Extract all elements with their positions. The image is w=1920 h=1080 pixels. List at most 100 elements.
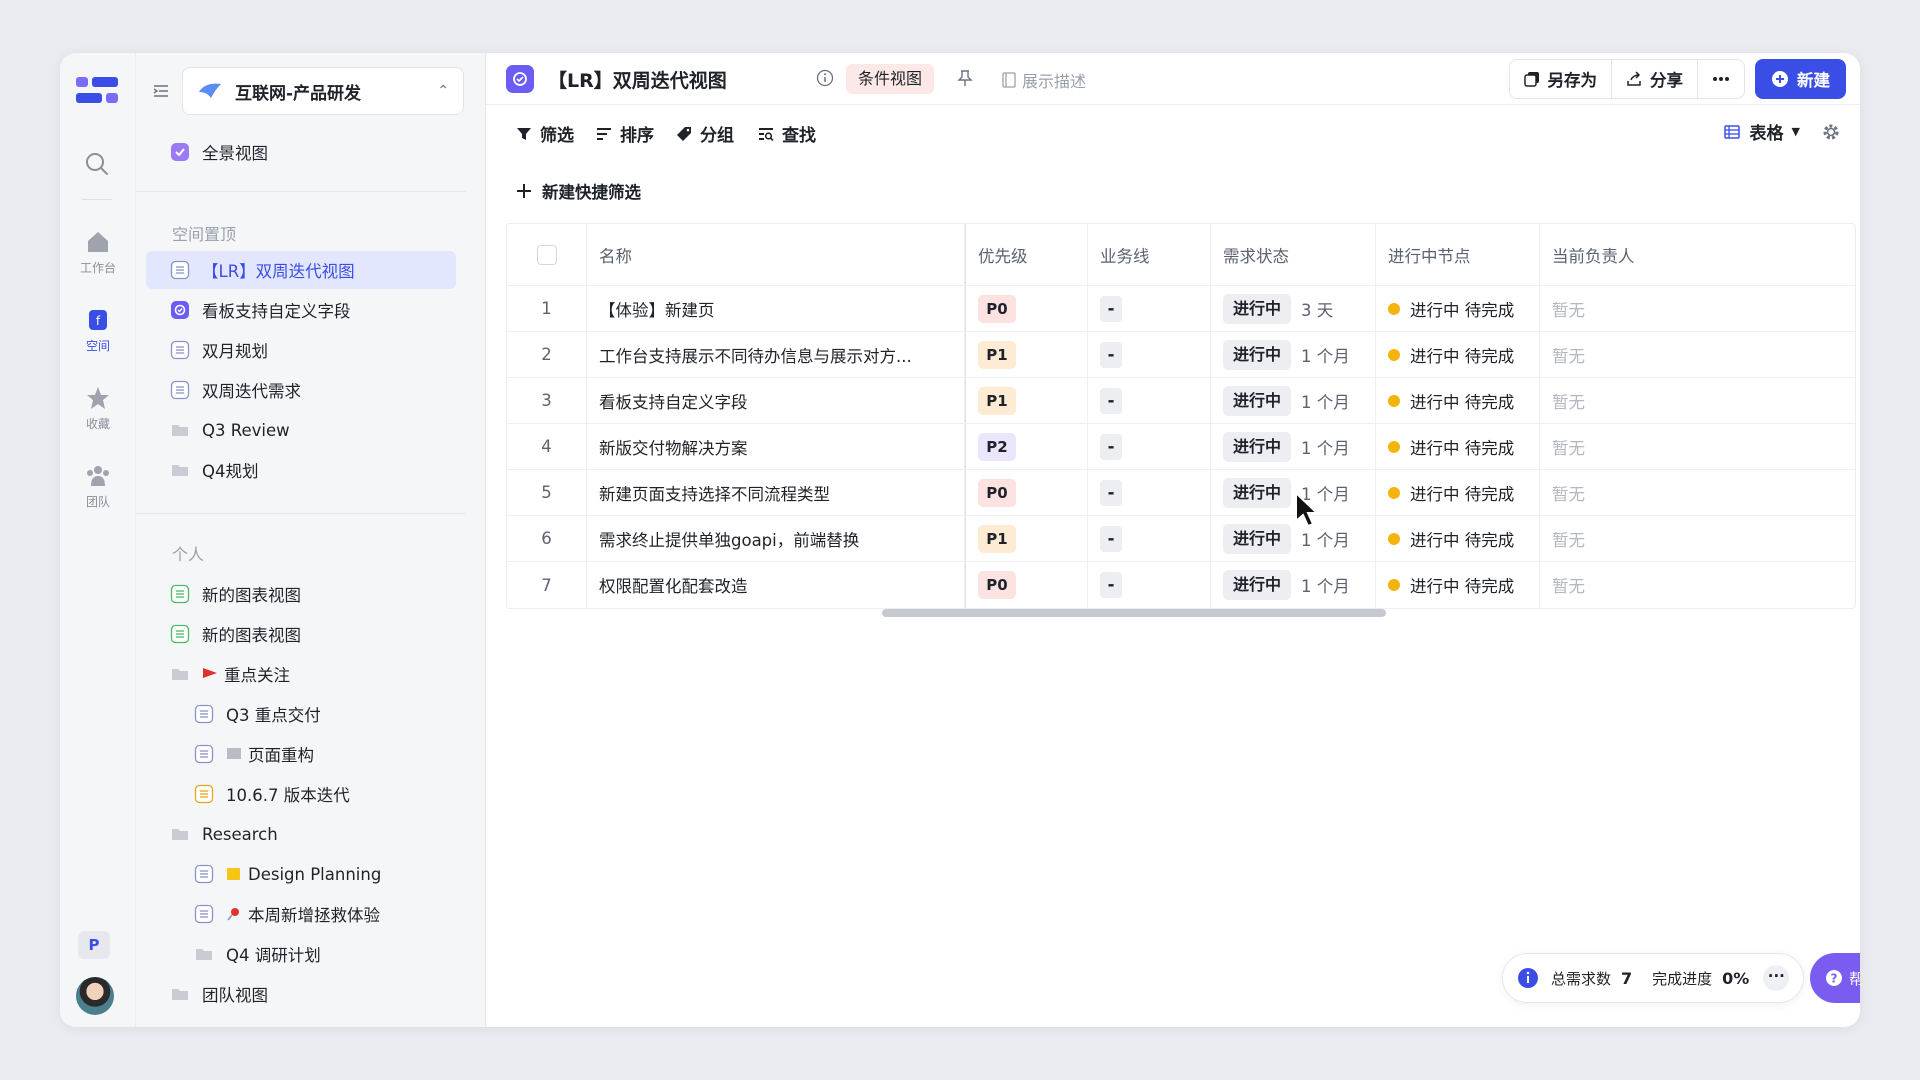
status-cell[interactable]: 进行中 1 个月 [1211, 424, 1376, 469]
priority-cell[interactable]: P0 [965, 562, 1088, 608]
owner-cell[interactable]: 暂无 [1540, 470, 1690, 515]
column-header-name[interactable]: 名称 [587, 224, 965, 285]
rail-item-team[interactable]: 团队 [60, 463, 136, 510]
rail-item-space[interactable]: f 空间 [60, 307, 136, 354]
priority-cell[interactable]: P2 [965, 424, 1088, 469]
requirement-name[interactable]: 需求终止提供单独goapi，前端替换 [587, 516, 965, 561]
business-line-cell[interactable]: - [1088, 424, 1211, 469]
node-cell[interactable]: 进行中 待完成 [1376, 424, 1540, 469]
priority-cell[interactable]: P1 [965, 332, 1088, 377]
sidebar-item-version-iteration[interactable]: 10.6.7 版本迭代 [146, 775, 456, 813]
group-button[interactable]: 分组 [676, 121, 734, 146]
business-line-cell[interactable]: - [1088, 332, 1211, 377]
sidebar-item-biweekly-req[interactable]: 双周迭代需求 [146, 371, 456, 409]
status-cell[interactable]: 进行中 3 天 [1211, 286, 1376, 331]
node-cell[interactable]: 进行中 待完成 [1376, 378, 1540, 423]
sidebar-item-kanban-fields[interactable]: 看板支持自定义字段 [146, 291, 456, 329]
app-logo-icon[interactable] [74, 71, 122, 111]
node-cell[interactable]: 进行中 待完成 [1376, 470, 1540, 515]
condition-view-badge[interactable]: 条件视图 [846, 64, 935, 94]
sidebar-item-bimonthly[interactable]: 双月规划 [146, 331, 456, 369]
sidebar-item-q3-delivery[interactable]: Q3 重点交付 [146, 695, 456, 733]
table-row[interactable]: 7 权限配置化配套改造 P0 - 进行中 1 个月 进行中 待完成 暂无 [507, 562, 1855, 608]
new-button[interactable]: 新建 [1755, 59, 1846, 99]
rail-item-workbench[interactable]: 工作台 [60, 229, 136, 276]
rail-item-favorites[interactable]: 收藏 [60, 385, 136, 432]
sidebar-item-team-view[interactable]: 团队视图 [146, 975, 456, 1013]
info-icon[interactable] [816, 69, 834, 87]
sidebar-item-q4-plan[interactable]: Q4规划 [146, 451, 456, 489]
node-cell[interactable]: 进行中 待完成 [1376, 286, 1540, 331]
owner-cell[interactable]: 暂无 [1540, 516, 1690, 561]
workspace-selector[interactable]: 互联网-产品研发 ⌃ [182, 67, 464, 115]
find-button[interactable]: 查找 [758, 121, 816, 146]
view-mode-dropdown[interactable]: 表格 ▼ [1723, 119, 1800, 144]
owner-cell[interactable]: 暂无 [1540, 562, 1690, 608]
column-header-priority[interactable]: 优先级 [965, 224, 1088, 285]
sidebar-item-research[interactable]: Research [146, 815, 456, 853]
more-icon[interactable]: ··· [1763, 965, 1790, 991]
sidebar-item-weekly-rescue[interactable]: 本周新增拯救体验 [146, 895, 456, 933]
requirement-name[interactable]: 新版交付物解决方案 [587, 424, 965, 469]
requirement-name[interactable]: 权限配置化配套改造 [587, 562, 965, 608]
table-row[interactable]: 2 工作台支持展示不同待办信息与展示对方... P1 - 进行中 1 个月 进行中 待完成 暂… [507, 332, 1855, 378]
node-cell[interactable]: 进行中 待完成 [1376, 332, 1540, 377]
help-button[interactable]: ? 帮助 [1810, 953, 1860, 1003]
requirement-name[interactable]: 工作台支持展示不同待办信息与展示对方... [587, 332, 965, 377]
requirement-name[interactable]: 【体验】新建页 [587, 286, 965, 331]
business-line-cell[interactable]: - [1088, 378, 1211, 423]
collapse-sidebar-icon[interactable] [152, 83, 170, 99]
business-line-cell[interactable]: - [1088, 286, 1211, 331]
status-cell[interactable]: 进行中 1 个月 [1211, 332, 1376, 377]
node-cell[interactable]: 进行中 待完成 [1376, 516, 1540, 561]
more-options-button[interactable] [1698, 60, 1744, 98]
select-all-checkbox[interactable] [536, 244, 557, 265]
search-icon[interactable] [82, 149, 112, 179]
sidebar-item-design-planning[interactable]: Design Planning [146, 855, 456, 893]
table-row[interactable]: 4 新版交付物解决方案 P2 - 进行中 1 个月 进行中 待完成 暂无 [507, 424, 1855, 470]
sort-button[interactable]: 排序 [596, 121, 654, 146]
business-line-cell[interactable]: - [1088, 516, 1211, 561]
sidebar-item-focus[interactable]: 重点关注 [146, 655, 456, 693]
business-line-cell[interactable]: - [1088, 470, 1211, 515]
column-header-business-line[interactable]: 业务线 [1088, 224, 1211, 285]
save-as-button[interactable]: 另存为 [1510, 60, 1612, 98]
gear-icon[interactable] [1822, 123, 1840, 141]
sidebar-item-q3-review[interactable]: Q3 Review [146, 411, 456, 449]
share-button[interactable]: 分享 [1612, 60, 1698, 98]
sidebar-item-chart-view-1[interactable]: 新的图表视图 [146, 575, 456, 613]
status-cell[interactable]: 进行中 1 个月 [1211, 562, 1376, 608]
priority-cell[interactable]: P1 [965, 516, 1088, 561]
sidebar-item-chart-view-2[interactable]: 新的图表视图 [146, 615, 456, 653]
show-description-button[interactable]: 展示描述 [1002, 68, 1086, 92]
priority-cell[interactable]: P1 [965, 378, 1088, 423]
table-row[interactable]: 3 看板支持自定义字段 P1 - 进行中 1 个月 进行中 待完成 暂无 [507, 378, 1855, 424]
horizontal-scrollbar[interactable] [882, 609, 1386, 617]
priority-cell[interactable]: P0 [965, 470, 1088, 515]
business-line-cell[interactable]: - [1088, 562, 1211, 608]
avatar[interactable] [76, 977, 114, 1015]
owner-cell[interactable]: 暂无 [1540, 332, 1690, 377]
sidebar-item-page-refactor[interactable]: 页面重构 [146, 735, 456, 773]
sidebar-item-q4-research[interactable]: Q4 调研计划 [146, 935, 456, 973]
new-quick-filter-button[interactable]: 新建快捷筛选 [516, 179, 641, 203]
column-header-node[interactable]: 进行中节点 [1376, 224, 1540, 285]
filter-button[interactable]: 筛选 [516, 121, 574, 146]
sidebar-item-biweekly-view[interactable]: 【LR】双周迭代视图 [146, 251, 456, 289]
pin-icon[interactable] [956, 69, 974, 87]
node-cell[interactable]: 进行中 待完成 [1376, 562, 1540, 608]
column-header-status[interactable]: 需求状态 [1211, 224, 1376, 285]
table-row[interactable]: 5 新建页面支持选择不同流程类型 P0- 进行中 1 个月 进行中 待完成 暂无 [507, 470, 1855, 516]
user-initial-badge[interactable]: P [78, 931, 110, 959]
owner-cell[interactable]: 暂无 [1540, 378, 1690, 423]
owner-cell[interactable]: 暂无 [1540, 286, 1690, 331]
sidebar-item-overview[interactable]: 全景视图 [146, 133, 456, 171]
priority-cell[interactable]: P0 [965, 286, 1088, 331]
requirement-name[interactable]: 新建页面支持选择不同流程类型 [587, 470, 965, 515]
column-header-owner[interactable]: 当前负责人 [1540, 224, 1690, 285]
requirement-name[interactable]: 看板支持自定义字段 [587, 378, 965, 423]
table-row[interactable]: 6 需求终止提供单独goapi，前端替换 P1 - 进行中 1 个月 进行中 待完成 暂无 [507, 516, 1855, 562]
owner-cell[interactable]: 暂无 [1540, 424, 1690, 469]
table-row[interactable]: 1 【体验】新建页 P0 - 进行中 3 天 进行中 待完成 暂无 [507, 286, 1855, 332]
status-cell[interactable]: 进行中 1 个月 [1211, 378, 1376, 423]
